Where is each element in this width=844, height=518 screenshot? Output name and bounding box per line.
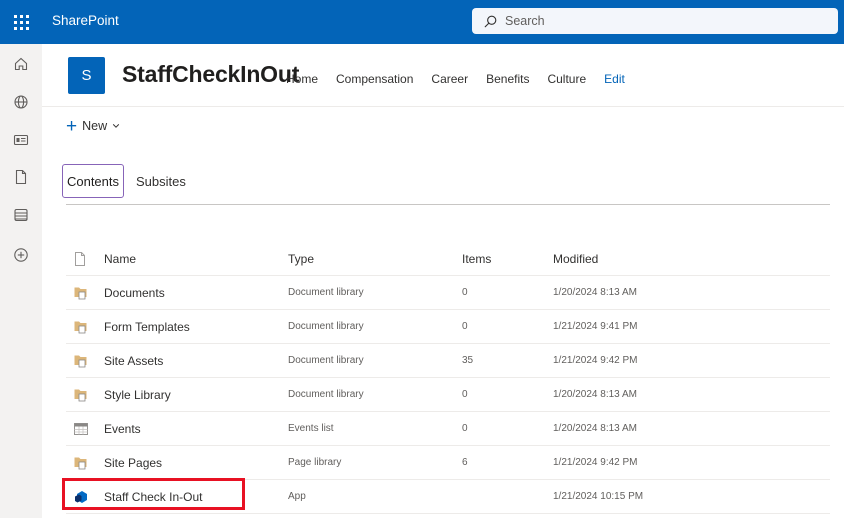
tabs-divider xyxy=(66,204,830,205)
new-button-label: New xyxy=(82,119,108,133)
globe-icon[interactable] xyxy=(13,94,29,110)
suite-bar: SharePoint Search xyxy=(0,0,844,44)
item-type: Document library xyxy=(288,389,364,400)
site-contents-table: Name Type Items Modified Documents Docum… xyxy=(66,242,830,514)
nav-edit-link[interactable]: Edit xyxy=(604,72,625,86)
item-count: 6 xyxy=(462,457,468,468)
item-count: 35 xyxy=(462,355,474,366)
calendar-list-icon xyxy=(74,412,92,445)
news-icon[interactable] xyxy=(13,132,29,148)
column-header-type[interactable]: Type xyxy=(288,242,314,275)
nav-benefits[interactable]: Benefits xyxy=(486,72,529,86)
item-name[interactable]: Events xyxy=(104,412,141,445)
column-header-name[interactable]: Name xyxy=(104,242,136,275)
table-row[interactable]: Events Events list 0 1/20/2024 8:13 AM xyxy=(66,412,830,446)
new-button[interactable]: + New xyxy=(66,116,120,136)
item-name[interactable]: Staff Check In-Out xyxy=(104,480,203,513)
nav-compensation[interactable]: Compensation xyxy=(336,72,413,86)
plus-icon: + xyxy=(66,115,78,137)
list-icon[interactable] xyxy=(13,207,29,223)
header-divider xyxy=(42,106,844,107)
item-modified: 1/21/2024 9:42 PM xyxy=(553,355,638,366)
library-icon xyxy=(74,446,92,479)
table-row[interactable]: Site Assets Document library 35 1/21/202… xyxy=(66,344,830,378)
item-modified: 1/20/2024 8:13 AM xyxy=(553,423,637,434)
add-circle-icon[interactable] xyxy=(13,247,29,263)
item-count: 0 xyxy=(462,423,468,434)
home-icon[interactable] xyxy=(13,56,29,72)
library-icon xyxy=(74,378,92,411)
table-row[interactable]: Style Library Document library 0 1/20/20… xyxy=(66,378,830,412)
search-box[interactable]: Search xyxy=(472,8,838,34)
item-type: Page library xyxy=(288,457,342,468)
site-title[interactable]: StaffCheckInOut xyxy=(122,61,299,88)
nav-career[interactable]: Career xyxy=(431,72,468,86)
item-name[interactable]: Form Templates xyxy=(104,310,190,343)
item-type: Events list xyxy=(288,423,334,434)
tab-subsites[interactable]: Subsites xyxy=(136,174,186,189)
library-icon xyxy=(74,310,92,343)
column-header-items[interactable]: Items xyxy=(462,242,491,275)
item-type: App xyxy=(288,491,306,502)
column-header-modified[interactable]: Modified xyxy=(553,242,598,275)
item-modified: 1/21/2024 9:41 PM xyxy=(553,321,638,332)
site-logo[interactable]: S xyxy=(68,57,105,94)
library-icon xyxy=(74,276,92,309)
item-modified: 1/21/2024 10:15 PM xyxy=(553,491,644,502)
item-name[interactable]: Site Pages xyxy=(104,446,162,479)
item-name[interactable]: Site Assets xyxy=(104,344,163,377)
file-icon[interactable] xyxy=(13,169,29,185)
file-type-icon[interactable] xyxy=(74,242,92,275)
nav-home[interactable]: Home xyxy=(286,72,318,86)
tab-contents[interactable]: Contents xyxy=(62,164,124,198)
item-modified: 1/20/2024 8:13 AM xyxy=(553,389,637,400)
item-name[interactable]: Documents xyxy=(104,276,165,309)
app-name[interactable]: SharePoint xyxy=(52,13,119,28)
left-app-bar xyxy=(0,44,42,518)
site-navigation: Home Compensation Career Benefits Cultur… xyxy=(286,72,643,86)
item-name[interactable]: Style Library xyxy=(104,378,171,411)
item-count: 0 xyxy=(462,389,468,400)
item-count: 0 xyxy=(462,287,468,298)
chevron-down-icon xyxy=(112,124,120,128)
table-header-row: Name Type Items Modified xyxy=(66,242,830,276)
library-icon xyxy=(74,344,92,377)
table-row[interactable]: Documents Document library 0 1/20/2024 8… xyxy=(66,276,830,310)
item-type: Document library xyxy=(288,355,364,366)
item-modified: 1/20/2024 8:13 AM xyxy=(553,287,637,298)
item-type: Document library xyxy=(288,321,364,332)
item-modified: 1/21/2024 9:42 PM xyxy=(553,457,638,468)
table-row[interactable]: Form Templates Document library 0 1/21/2… xyxy=(66,310,830,344)
item-type: Document library xyxy=(288,287,364,298)
search-icon xyxy=(484,15,497,27)
table-row[interactable]: Site Pages Page library 6 1/21/2024 9:42… xyxy=(66,446,830,480)
app-launcher-icon[interactable] xyxy=(0,0,42,44)
table-row[interactable]: Staff Check In-Out App 1/21/2024 10:15 P… xyxy=(66,480,830,514)
app-icon xyxy=(74,480,92,513)
nav-culture[interactable]: Culture xyxy=(547,72,586,86)
search-input[interactable]: Search xyxy=(505,14,545,28)
item-count: 0 xyxy=(462,321,468,332)
